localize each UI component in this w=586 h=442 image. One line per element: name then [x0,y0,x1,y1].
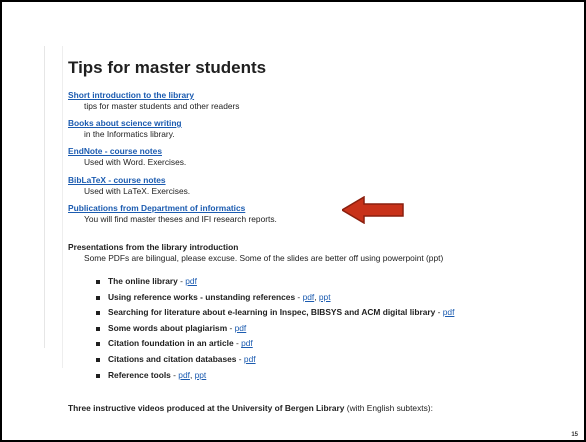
presentation-title: Searching for literature about e-learnin… [108,307,436,318]
presentation-item: Some words about plagiarism - pdf [96,321,454,337]
pdf-link[interactable]: pdf [244,354,256,364]
link-separator: - [295,291,303,302]
presentation-title: Some words about plagiarism [108,322,228,333]
link-entry-endnote: EndNote - course notes Used with Word. E… [68,146,186,168]
link-entry-science-writing: Books about science writing in the Infor… [68,118,182,140]
pdf-link[interactable]: pdf [235,323,247,333]
web-page-content: Tips for master students Short introduct… [58,46,528,413]
left-arrow-icon [342,196,404,224]
presentation-item: Using reference works - unstanding refer… [96,290,454,306]
presentation-item: Citations and citation databases - pdf [96,352,454,368]
link-entry-biblatex: BibLaTeX - course notes Used with LaTeX.… [68,175,190,197]
ppt-link[interactable]: ppt [319,292,331,302]
endnote-link[interactable]: EndNote - course notes [68,146,186,157]
link-entry-library-intro: Short introduction to the library tips f… [68,90,239,112]
ppt-link[interactable]: ppt [195,370,207,380]
pdf-link[interactable]: pdf [303,292,315,302]
bullet-icon [96,342,100,347]
presentation-title: Citation foundation in an article [108,338,234,349]
publications-desc: You will find master theses and IFI rese… [84,214,277,224]
bullet-icon [96,373,100,378]
videos-intro: Three instructive videos produced at the… [68,403,433,413]
videos-intro-rest: (with English subtexts): [344,403,433,413]
pdf-link[interactable]: pdf [443,307,455,317]
presentation-title: The online library [108,276,178,286]
presentation-title: Reference tools [108,369,171,380]
presentation-title: Using reference works - unstanding refer… [108,291,296,302]
presentation-title: Citations and citation databases [108,353,237,364]
slide-number: 15 [571,432,578,438]
science-writing-desc: in the Informatics library. [84,129,175,139]
link-entry-publications: Publications from Department of informat… [68,203,277,225]
biblatex-link[interactable]: BibLaTeX - course notes [68,175,190,186]
link-separator: - [435,307,443,318]
link-separator: - [236,353,244,364]
bullet-icon [96,357,100,362]
presentation-item: Citation foundation in an article - pdf [96,336,454,352]
library-intro-link[interactable]: Short introduction to the library [68,90,239,101]
biblatex-desc: Used with LaTeX. Exercises. [84,186,191,196]
side-divider [44,46,45,348]
bullet-icon [96,295,100,300]
publications-link[interactable]: Publications from Department of informat… [68,203,277,214]
science-writing-link[interactable]: Books about science writing [68,118,182,129]
page-title: Tips for master students [68,58,267,77]
pdf-link[interactable]: pdf [241,338,253,348]
bullet-icon [96,311,100,316]
bullet-icon [96,280,100,284]
endnote-desc: Used with Word. Exercises. [84,157,187,167]
presentations-desc: Some PDFs are bilingual, please excuse. … [84,253,444,263]
videos-intro-bold: Three instructive videos produced at the… [68,403,345,413]
presentations-heading: Presentations from the library introduct… [68,242,239,252]
library-intro-desc: tips for master students and other reade… [84,101,240,111]
pdf-link[interactable]: pdf [185,276,197,286]
bullet-icon [96,326,100,331]
presentation-item: Reference tools - pdf, ppt [96,368,454,384]
link-separator: - [233,338,242,349]
link-separator: - [227,322,235,333]
presentation-item: The online library - pdf [96,274,454,290]
presentations-list: The online library - pdf Using reference … [96,274,454,383]
pdf-link[interactable]: pdf [178,370,190,380]
presentation-item: Searching for literature about e-learnin… [96,305,454,321]
